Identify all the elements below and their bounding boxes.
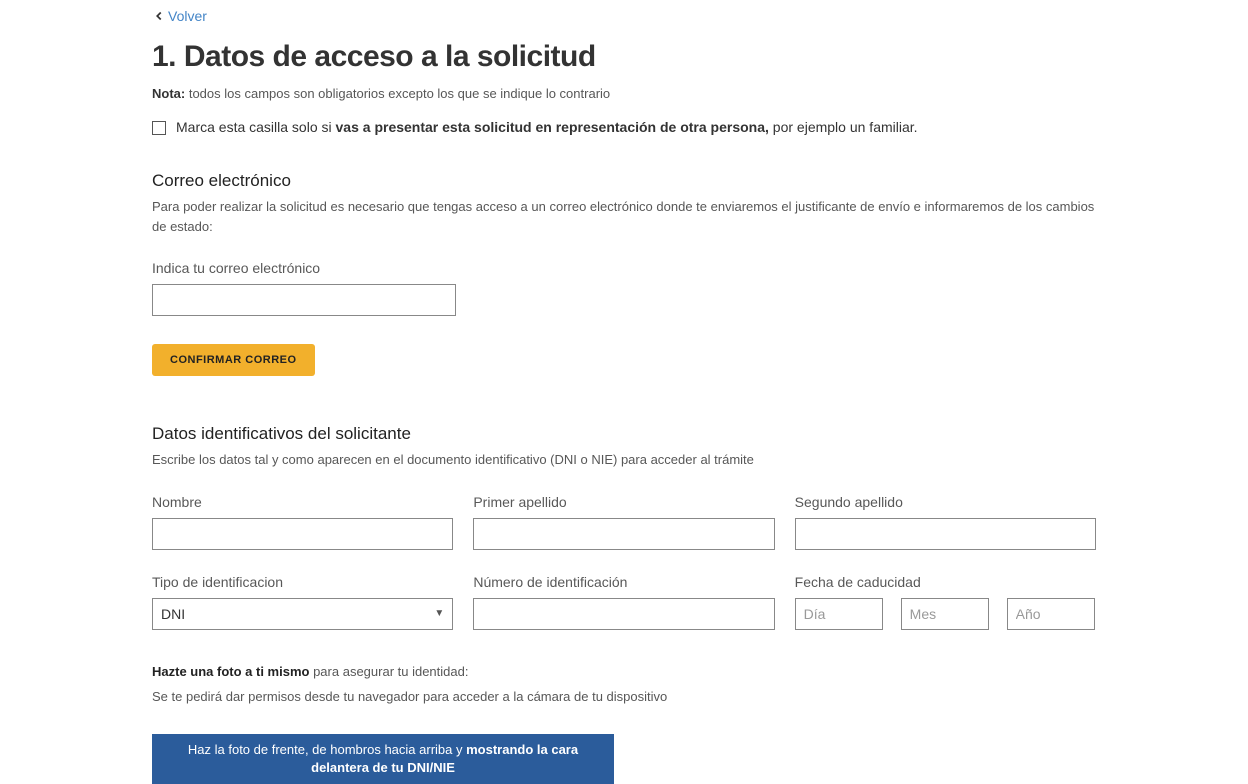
photo-line-2: Se te pedirá dar permisos desde tu naveg… xyxy=(152,689,1096,704)
photo-banner: Haz la foto de frente, de hombros hacia … xyxy=(152,734,614,784)
id-section-title: Datos identificativos del solicitante xyxy=(152,424,1096,444)
id-section-desc: Escribe los datos tal y como aparecen en… xyxy=(152,450,1096,470)
note-text: todos los campos son obligatorios except… xyxy=(185,86,610,101)
apellido1-label: Primer apellido xyxy=(473,494,774,510)
tipo-id-label: Tipo de identificacion xyxy=(152,574,453,590)
email-section: Correo electrónico Para poder realizar l… xyxy=(152,171,1096,376)
note-line: Nota: todos los campos son obligatorios … xyxy=(152,86,1096,101)
chevron-left-icon xyxy=(152,9,166,23)
representation-checkbox-row: Marca esta casilla solo si vas a present… xyxy=(152,119,1096,135)
mes-input[interactable] xyxy=(901,598,989,630)
back-label: Volver xyxy=(168,8,207,24)
numero-id-input[interactable] xyxy=(473,598,774,630)
page-title: 1. Datos de acceso a la solicitud xyxy=(152,40,1096,74)
back-link[interactable]: Volver xyxy=(152,8,207,24)
tipo-id-value: DNI xyxy=(161,606,185,622)
numero-id-label: Número de identificación xyxy=(473,574,774,590)
apellido1-input[interactable] xyxy=(473,518,774,550)
email-section-title: Correo electrónico xyxy=(152,171,1096,191)
email-input[interactable] xyxy=(152,284,456,316)
nombre-input[interactable] xyxy=(152,518,453,550)
email-section-desc: Para poder realizar la solicitud es nece… xyxy=(152,197,1096,236)
chevron-down-icon: ▼ xyxy=(434,608,444,619)
apellido2-input[interactable] xyxy=(795,518,1096,550)
id-section: Datos identificativos del solicitante Es… xyxy=(152,424,1096,784)
representation-label: Marca esta casilla solo si vas a present… xyxy=(176,119,918,135)
photo-line-1: Hazte una foto a ti mismo para asegurar … xyxy=(152,664,1096,679)
nombre-label: Nombre xyxy=(152,494,453,510)
note-prefix: Nota: xyxy=(152,86,185,101)
fecha-label: Fecha de caducidad xyxy=(795,574,1096,590)
apellido2-label: Segundo apellido xyxy=(795,494,1096,510)
email-label: Indica tu correo electrónico xyxy=(152,260,1096,276)
tipo-id-select[interactable]: DNI ▼ xyxy=(152,598,453,630)
photo-section: Hazte una foto a ti mismo para asegurar … xyxy=(152,664,1096,784)
confirm-email-button[interactable]: CONFIRMAR CORREO xyxy=(152,344,315,376)
dia-input[interactable] xyxy=(795,598,883,630)
representation-checkbox[interactable] xyxy=(152,121,166,135)
ano-input[interactable] xyxy=(1007,598,1095,630)
